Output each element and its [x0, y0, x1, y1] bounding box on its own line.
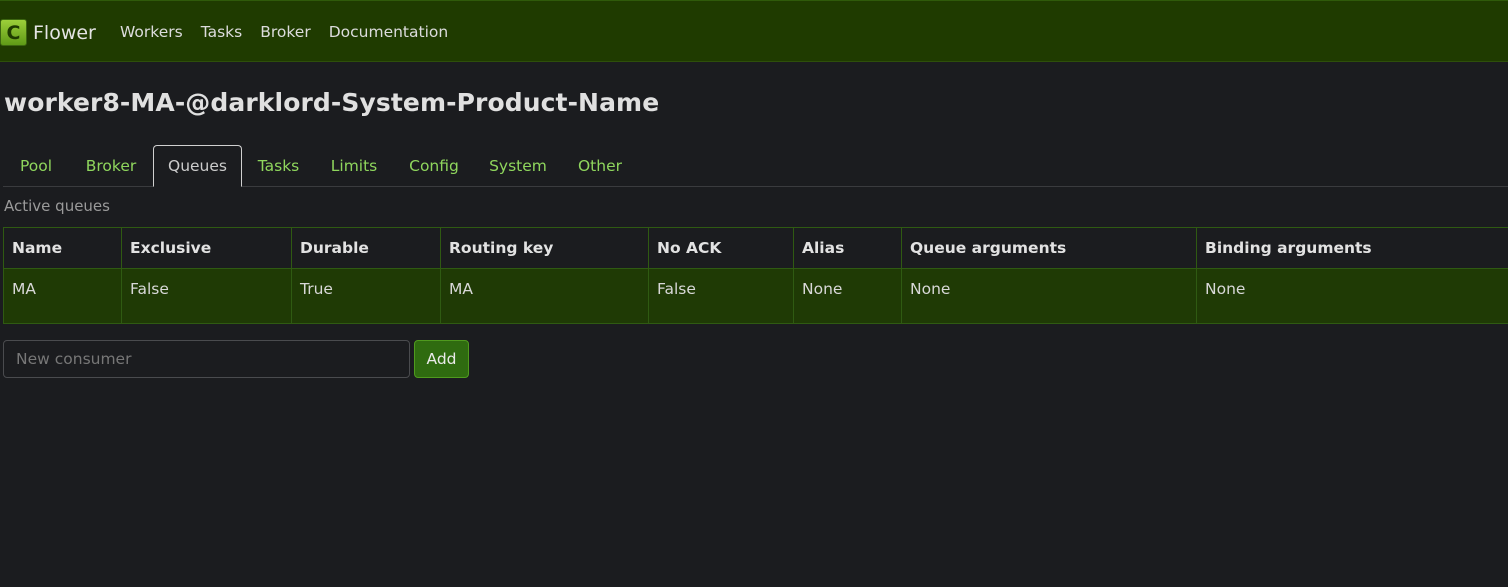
- table-header-row: Name Exclusive Durable Routing key No AC…: [3, 227, 1508, 269]
- page-title: worker8-MA-@darklord-System-Product-Name: [4, 88, 660, 117]
- tab-system[interactable]: System: [475, 145, 561, 187]
- cell-alias: None: [793, 268, 902, 324]
- nav-link-documentation[interactable]: Documentation: [329, 23, 449, 41]
- column-header-binding-arguments: Binding arguments: [1196, 227, 1508, 269]
- active-queues-label: Active queues: [4, 197, 110, 215]
- cell-name: MA: [3, 268, 122, 324]
- cell-queue-arguments: None: [901, 268, 1197, 324]
- column-header-routing-key: Routing key: [440, 227, 649, 269]
- cell-binding-arguments: None: [1196, 268, 1508, 324]
- nav-link-broker[interactable]: Broker: [260, 23, 310, 41]
- active-queues-table: Name Exclusive Durable Routing key No AC…: [3, 227, 1508, 324]
- column-header-name: Name: [3, 227, 122, 269]
- worker-tabs: Pool Broker Queues Tasks Limits Config S…: [3, 145, 1508, 187]
- column-header-alias: Alias: [793, 227, 902, 269]
- nav-link-workers[interactable]: Workers: [120, 23, 183, 41]
- nav-link-tasks[interactable]: Tasks: [201, 23, 243, 41]
- column-header-queue-arguments: Queue arguments: [901, 227, 1197, 269]
- column-header-no-ack: No ACK: [648, 227, 794, 269]
- add-consumer-form: Add: [3, 340, 469, 378]
- new-consumer-input[interactable]: [3, 340, 410, 378]
- tab-queues[interactable]: Queues: [153, 145, 242, 187]
- top-navbar: C Flower Workers Tasks Broker Documentat…: [0, 0, 1508, 62]
- tab-config[interactable]: Config: [393, 145, 475, 187]
- cell-routing-key: MA: [440, 268, 649, 324]
- tab-pool[interactable]: Pool: [3, 145, 69, 187]
- brand-link[interactable]: C Flower: [0, 19, 96, 46]
- cell-durable: True: [291, 268, 441, 324]
- table-row: MA False True MA False None None None: [3, 268, 1508, 324]
- column-header-exclusive: Exclusive: [121, 227, 292, 269]
- tab-tasks[interactable]: Tasks: [242, 145, 315, 187]
- cell-exclusive: False: [121, 268, 292, 324]
- tab-limits[interactable]: Limits: [315, 145, 393, 187]
- column-header-durable: Durable: [291, 227, 441, 269]
- add-consumer-button[interactable]: Add: [414, 340, 469, 378]
- nav-links: Workers Tasks Broker Documentation: [120, 23, 448, 41]
- tab-other[interactable]: Other: [561, 145, 639, 187]
- cell-no-ack: False: [648, 268, 794, 324]
- tab-broker[interactable]: Broker: [69, 145, 153, 187]
- celery-logo-icon: C: [0, 19, 27, 46]
- brand-name: Flower: [33, 21, 96, 44]
